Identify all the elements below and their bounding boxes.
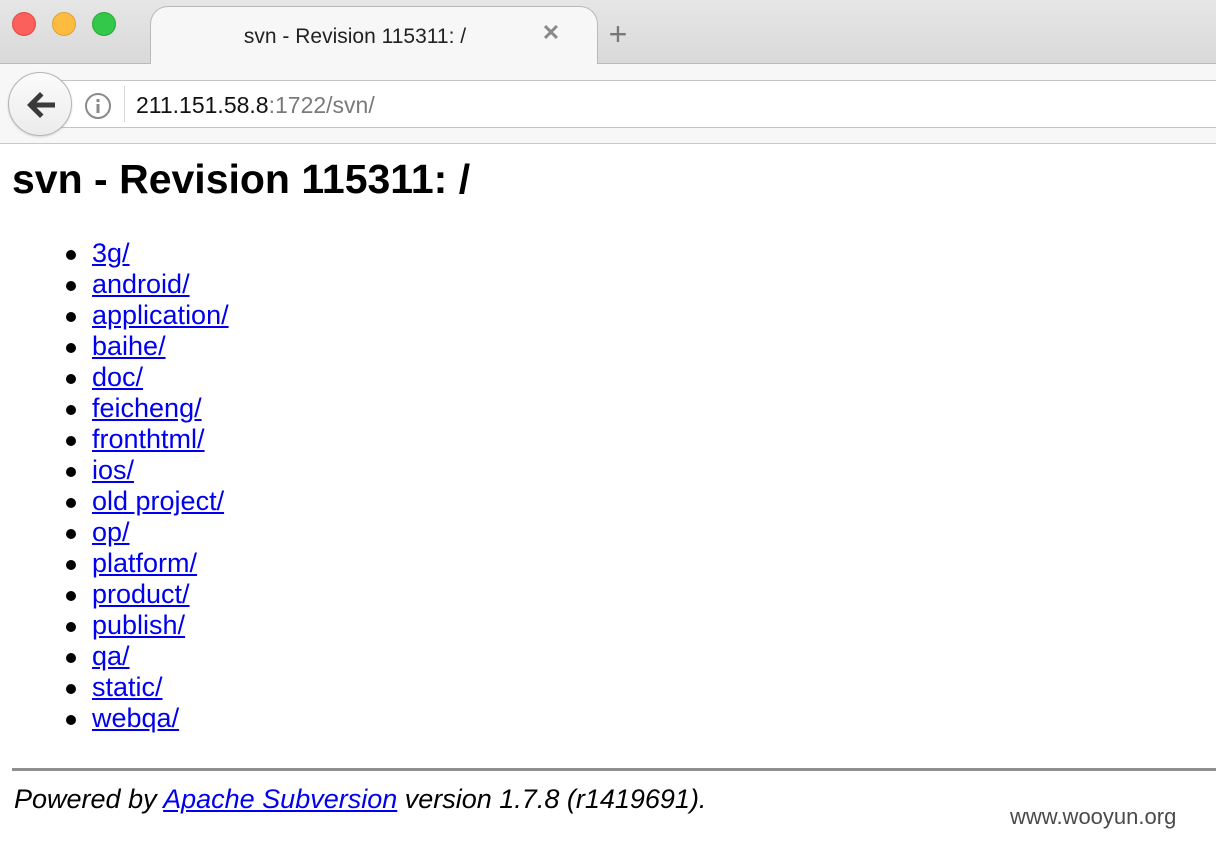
directory-link[interactable]: platform/	[92, 548, 197, 578]
directory-link[interactable]: webqa/	[92, 703, 179, 733]
bullet	[66, 405, 76, 415]
list-item: doc/	[0, 362, 229, 393]
url-text[interactable]: 211.151.58.8:1722/svn/	[136, 92, 375, 119]
bullet	[66, 560, 76, 570]
back-button[interactable]	[8, 72, 72, 136]
url-host: 211.151.58.8	[136, 92, 269, 118]
directory-link[interactable]: product/	[92, 579, 190, 609]
footer-text: Powered by Apache Subversion version 1.7…	[14, 784, 706, 815]
bullet	[66, 374, 76, 384]
bullet	[66, 715, 76, 725]
new-tab-icon[interactable]: +	[604, 18, 632, 50]
footer-suffix: version 1.7.8 (r1419691).	[397, 784, 707, 814]
directory-link[interactable]: baihe/	[92, 331, 166, 361]
directory-link[interactable]: feicheng/	[92, 393, 202, 423]
page-content: svn - Revision 115311: / 3g/ android/ ap…	[0, 144, 1216, 846]
page-title: svn - Revision 115311: /	[12, 156, 471, 202]
bullet	[66, 281, 76, 291]
directory-link[interactable]: op/	[92, 517, 130, 547]
bullet	[66, 436, 76, 446]
bullet	[66, 591, 76, 601]
watermark: www.wooyun.org	[1010, 804, 1177, 829]
navigation-bar: 211.151.58.8:1722/svn/	[0, 64, 1216, 144]
window-minimize-button[interactable]	[52, 12, 76, 36]
bullet	[66, 467, 76, 477]
bullet	[66, 653, 76, 663]
directory-link[interactable]: ios/	[92, 455, 134, 485]
footer-divider	[12, 768, 1216, 771]
tab-title: svn - Revision 115311: /	[243, 25, 467, 48]
directory-link[interactable]: qa/	[92, 641, 130, 671]
directory-link[interactable]: fronthtml/	[92, 424, 205, 454]
list-item: baihe/	[0, 331, 229, 362]
bullet	[66, 529, 76, 539]
back-arrow-icon	[27, 92, 55, 118]
directory-link[interactable]: old project/	[92, 486, 224, 516]
list-item: qa/	[0, 641, 229, 672]
list-item: old project/	[0, 486, 229, 517]
bullet	[66, 343, 76, 353]
directory-link[interactable]: 3g/	[92, 238, 130, 268]
tab-bar: svn - Revision 115311: / ✕ +	[0, 0, 1216, 65]
list-item: fronthtml/	[0, 424, 229, 455]
list-item: android/	[0, 269, 229, 300]
list-item: platform/	[0, 548, 229, 579]
directory-link[interactable]: static/	[92, 672, 163, 702]
directory-link[interactable]: doc/	[92, 362, 143, 392]
tab-close-icon[interactable]: ✕	[539, 21, 563, 45]
window-zoom-button[interactable]	[92, 12, 116, 36]
list-item: webqa/	[0, 703, 229, 734]
apache-subversion-link[interactable]: Apache Subversion	[163, 784, 397, 814]
active-tab[interactable]: svn - Revision 115311: / ✕	[150, 6, 598, 65]
list-item: feicheng/	[0, 393, 229, 424]
site-info-icon[interactable]	[84, 92, 112, 120]
bullet	[66, 684, 76, 694]
directory-link[interactable]: application/	[92, 300, 229, 330]
list-item: publish/	[0, 610, 229, 641]
url-path: :1722/svn/	[268, 92, 375, 118]
list-item: 3g/	[0, 238, 229, 269]
directory-link[interactable]: android/	[92, 269, 190, 299]
list-item: op/	[0, 517, 229, 548]
bullet	[66, 498, 76, 508]
url-divider	[124, 86, 125, 122]
window-close-button[interactable]	[12, 12, 36, 36]
list-item: product/	[0, 579, 229, 610]
bullet	[66, 250, 76, 260]
directory-link[interactable]: publish/	[92, 610, 185, 640]
bullet	[66, 312, 76, 322]
bullet	[66, 622, 76, 632]
list-item: ios/	[0, 455, 229, 486]
footer-prefix: Powered by	[14, 784, 164, 814]
directory-list: 3g/ android/ application/ baihe/ doc/ fe…	[0, 238, 229, 734]
list-item: static/	[0, 672, 229, 703]
list-item: application/	[0, 300, 229, 331]
